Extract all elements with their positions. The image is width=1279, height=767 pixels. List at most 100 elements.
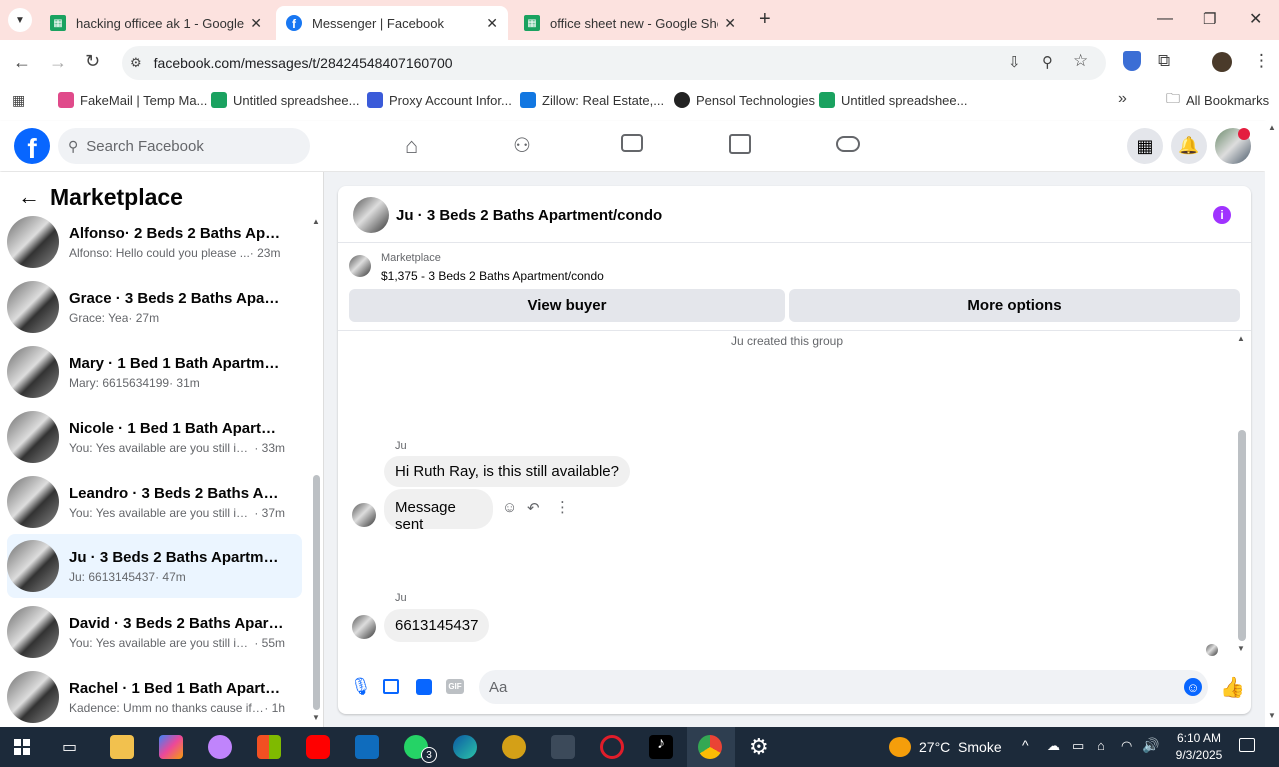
conversation-item[interactable]: Mary · 1 Bed 1 Bath Apartment/... Mary: 6… — [7, 341, 302, 403]
conversation-item[interactable]: Nicole · 1 Bed 1 Bath Apartment... You: Y… — [7, 406, 302, 468]
install-app-icon[interactable]: ⇩ — [1008, 53, 1021, 71]
weather-text[interactable]: 27°C Smoke — [919, 739, 1002, 755]
menu-grid-button[interactable]: ▦ — [1127, 128, 1163, 164]
cloud-icon[interactable]: ☁ — [1047, 738, 1060, 754]
restore-icon[interactable]: ❐ — [1203, 10, 1216, 28]
facebook-logo[interactable]: f — [14, 128, 50, 164]
app-icon[interactable] — [551, 735, 575, 759]
gaming-icon[interactable] — [836, 136, 860, 152]
volume-icon[interactable]: 🔊 — [1142, 737, 1159, 754]
url-text[interactable]: facebook.com/messages/t/2842454840716070… — [154, 55, 453, 71]
chrome-icon[interactable] — [698, 735, 722, 759]
bookmark-fakemail[interactable]: FakeMail | Temp Ma... — [58, 86, 207, 114]
minimize-icon[interactable]: — — [1157, 10, 1173, 28]
weather-icon[interactable] — [889, 737, 911, 757]
friends-icon[interactable]: ⚇ — [513, 133, 531, 158]
like-icon[interactable]: 👍 — [1220, 675, 1245, 700]
shield-extension-icon[interactable] — [1123, 51, 1141, 71]
sticker-icon[interactable] — [416, 679, 432, 695]
lock-icon[interactable]: ⌂ — [1097, 738, 1105, 753]
conversation-item[interactable]: Leandro · 3 Beds 2 Baths Apart... You: Ye… — [7, 471, 302, 533]
chat-title[interactable]: Ju · 3 Beds 2 Baths Apartment/condo — [396, 207, 662, 224]
sender-avatar[interactable] — [352, 615, 376, 639]
bookmark-star-icon[interactable]: ☆ — [1073, 51, 1088, 71]
close-icon[interactable]: ✕ — [486, 15, 498, 32]
scroll-up-icon[interactable]: ▲ — [312, 217, 320, 226]
scrollbar-thumb[interactable] — [313, 475, 320, 710]
gif-icon[interactable]: GIF — [446, 679, 464, 694]
app-icon[interactable] — [208, 735, 232, 759]
notification-center-icon[interactable] — [1239, 738, 1255, 752]
profile-avatar[interactable] — [1212, 52, 1232, 72]
conversation-item[interactable]: Grace · 3 Beds 2 Baths Apartme... Grace: … — [7, 276, 302, 338]
listing-thumbnail[interactable] — [349, 255, 371, 277]
scroll-down-icon[interactable]: ▼ — [312, 713, 320, 722]
info-icon[interactable]: i — [1213, 206, 1231, 224]
photo-icon[interactable] — [383, 679, 399, 694]
facebook-search[interactable]: ⚲ Search Facebook — [58, 128, 310, 164]
settings-gear-icon[interactable]: ⚙ — [749, 734, 769, 760]
home-icon[interactable]: ⌂ — [405, 133, 418, 159]
reload-icon[interactable]: ↻ — [85, 51, 100, 72]
sidebar-scrollbar[interactable]: ▲ ▼ — [312, 217, 321, 727]
chevron-up-icon[interactable]: ^ — [1022, 737, 1029, 753]
youtube-icon[interactable] — [306, 735, 330, 759]
wifi-icon[interactable]: ◠ — [1121, 738, 1132, 754]
sender-avatar[interactable] — [352, 503, 376, 527]
view-buyer-button[interactable]: View buyer — [349, 289, 785, 322]
windows-start-icon[interactable] — [14, 739, 30, 755]
conversation-item[interactable]: Rachel · 1 Bed 1 Bath Apartment... Kadenc… — [7, 666, 302, 728]
notifications-button[interactable]: 🔔 — [1171, 128, 1207, 164]
bookmark-untitled-2[interactable]: Untitled spreadshee... — [819, 86, 967, 114]
page-scrollbar[interactable]: ▲ ▼ — [1265, 121, 1279, 727]
back-icon[interactable]: ← — [13, 52, 31, 73]
apps-grid-icon[interactable]: ▦ — [12, 92, 25, 109]
marketplace-icon[interactable] — [729, 134, 751, 154]
close-icon[interactable]: ✕ — [250, 15, 262, 32]
tab-office-sheet[interactable]: ▦ office sheet new - Google Shee ✕ — [514, 6, 746, 40]
bookmark-pensol[interactable]: Pensol Technologies — [674, 86, 815, 114]
bookmark-proxy[interactable]: Proxy Account Infor... — [367, 86, 512, 114]
microphone-icon[interactable]: 🎙 — [350, 677, 372, 697]
more-icon[interactable]: ⋮ — [555, 498, 570, 516]
conversation-item[interactable]: David · 3 Beds 2 Baths Apartme... You: Ye… — [7, 601, 302, 663]
tab-hacking-officee[interactable]: ▦ hacking officee ak 1 - Google Sh ✕ — [40, 6, 272, 40]
scroll-down-icon[interactable]: ▼ — [1237, 644, 1245, 653]
react-icon[interactable]: ☺ — [502, 499, 517, 516]
emoji-icon[interactable]: ☺ — [1184, 678, 1202, 696]
scroll-up-icon[interactable]: ▲ — [1237, 334, 1245, 343]
extensions-icon[interactable]: ⧉ — [1158, 51, 1170, 71]
all-bookmarks-button[interactable]: 🗀 All Bookmarks — [1166, 86, 1269, 114]
message-bubble[interactable]: 6613145437 — [384, 609, 490, 642]
bookmark-untitled-1[interactable]: Untitled spreadshee... — [211, 86, 359, 114]
new-tab-button[interactable]: + — [759, 8, 771, 31]
copilot-icon[interactable] — [159, 735, 183, 759]
scrollbar-thumb[interactable] — [1238, 430, 1246, 641]
more-bookmarks-button[interactable]: » — [1118, 90, 1127, 108]
search-input[interactable]: Search Facebook — [86, 138, 204, 155]
tab-messenger[interactable]: f Messenger | Facebook ✕ — [276, 6, 508, 40]
scroll-up-icon[interactable]: ▲ — [1268, 123, 1276, 132]
zoom-icon[interactable]: ⚲ — [1042, 53, 1053, 71]
conversation-item-selected[interactable]: Ju · 3 Beds 2 Baths Apartment/c... Ju: 66… — [7, 534, 302, 598]
store-icon[interactable] — [257, 735, 281, 759]
battery-icon[interactable]: ▭ — [1072, 738, 1084, 754]
task-view-icon[interactable]: ▭ — [62, 737, 77, 757]
back-arrow-icon[interactable]: ← — [18, 184, 40, 210]
chat-avatar[interactable] — [353, 197, 389, 233]
site-info-icon[interactable]: ⚙ — [130, 55, 142, 71]
outlook-icon[interactable] — [355, 735, 379, 759]
more-options-button[interactable]: More options — [789, 289, 1240, 322]
clock[interactable]: 6:10 AM 9/3/2025 — [1164, 731, 1234, 762]
listing-title[interactable]: $1,375 - 3 Beds 2 Baths Apartment/condo — [381, 269, 604, 283]
bookmark-zillow[interactable]: Zillow: Real Estate,... — [520, 86, 664, 114]
scroll-down-icon[interactable]: ▼ — [1268, 711, 1276, 720]
forward-icon[interactable]: → — [49, 52, 67, 73]
conversation-item[interactable]: Alfonso· 2 Beds 2 Baths Apartm... Alfonso… — [7, 211, 302, 273]
tab-search-button[interactable]: ▼ — [8, 8, 32, 32]
message-bubble[interactable]: Message sent — [384, 489, 493, 533]
reply-icon[interactable]: ↶ — [527, 499, 540, 517]
message-input[interactable]: Aa ☺ — [479, 670, 1208, 704]
chat-scrollbar[interactable]: ▲ ▼ — [1237, 334, 1247, 656]
window-close-icon[interactable]: ✕ — [1249, 9, 1262, 29]
